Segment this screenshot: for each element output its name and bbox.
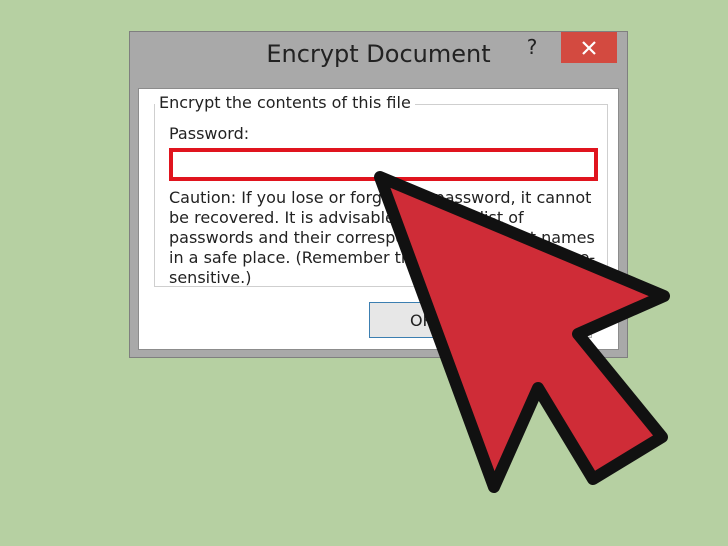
encrypt-group-label: Encrypt the contents of this file: [155, 93, 415, 112]
dialog-titlebar[interactable]: Encrypt Document ?: [130, 32, 627, 88]
encrypt-document-dialog: Encrypt Document ? Encrypt the contents …: [129, 31, 628, 358]
close-button[interactable]: [561, 32, 617, 63]
password-label: Password:: [169, 124, 250, 143]
ok-button[interactable]: OK: [369, 302, 474, 338]
caution-text: Caution: If you lose or forget the passw…: [169, 188, 596, 287]
cancel-button[interactable]: Cancel: [487, 302, 592, 338]
password-field[interactable]: [169, 148, 598, 181]
help-button[interactable]: ?: [519, 35, 545, 59]
dialog-title: Encrypt Document: [266, 40, 491, 68]
close-icon: [582, 40, 596, 55]
dialog-body: Encrypt the contents of this file Passwo…: [138, 88, 619, 350]
